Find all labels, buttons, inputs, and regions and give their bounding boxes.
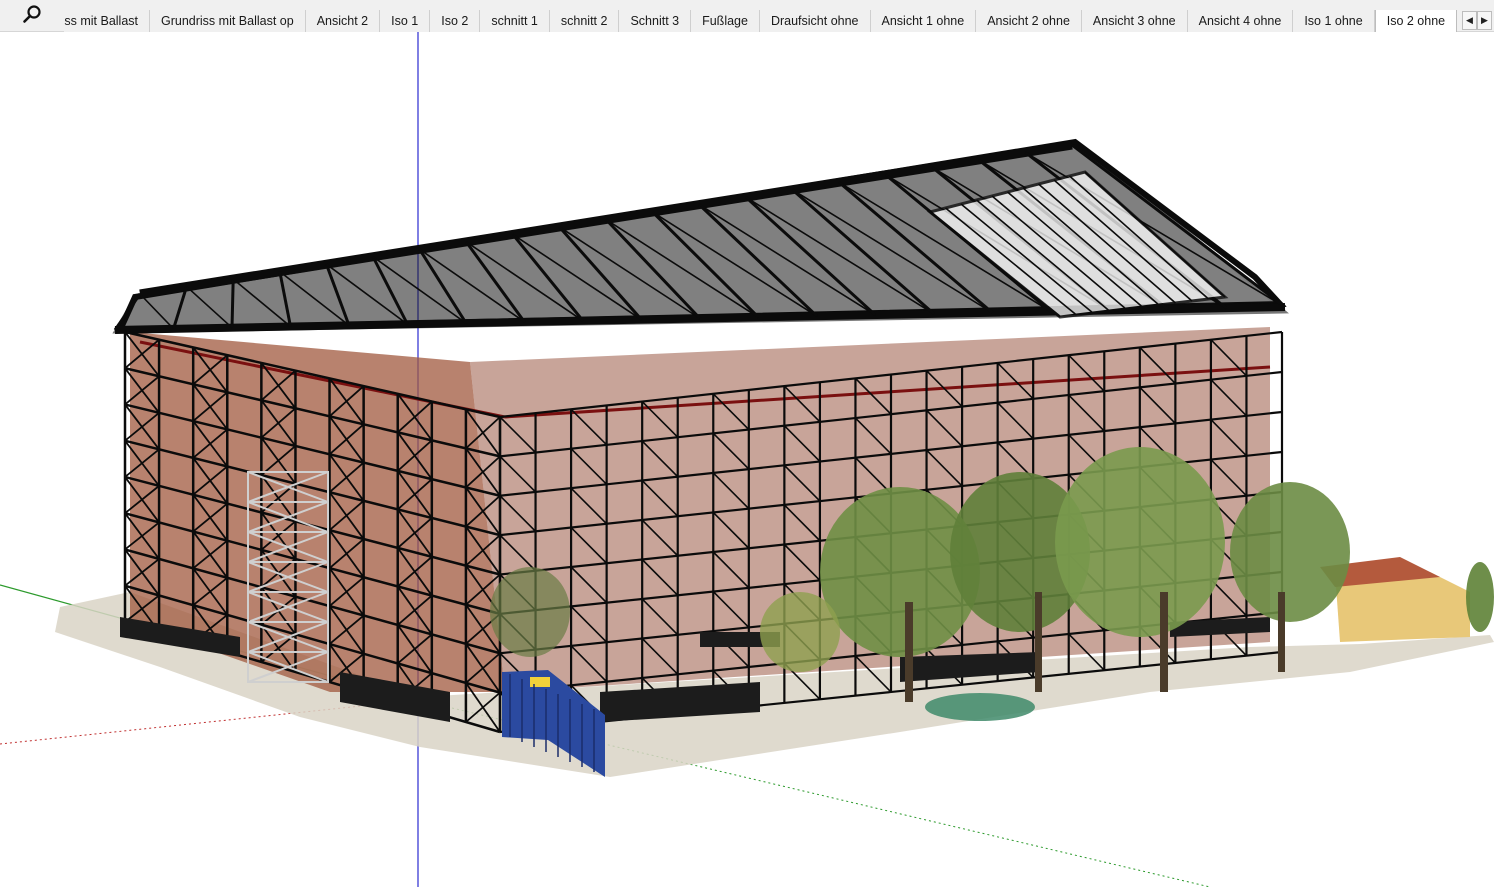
scene-tab[interactable]: schnitt 2	[549, 10, 620, 32]
scene-tab[interactable]: Grundriss mit Ballast	[64, 10, 150, 32]
scene-tab[interactable]: Draufsicht ohne	[759, 10, 871, 32]
scene-tab[interactable]: Iso 2	[430, 10, 481, 32]
scene-tab[interactable]: Ansicht 2	[305, 10, 381, 32]
triangle-right-icon[interactable]: ▶	[1477, 11, 1492, 30]
scene-tab-bar: Grundriss mit BallastGrundriss mit Balla…	[0, 0, 1494, 32]
scene-tab[interactable]: Ansicht 2 ohne	[976, 10, 1082, 32]
magnifier-icon	[22, 4, 42, 29]
scene-tab[interactable]: Iso 2 ohne	[1374, 10, 1458, 32]
model-viewport[interactable]	[0, 32, 1494, 887]
scene-tab[interactable]: schnitt 1	[480, 10, 550, 32]
scene-tab[interactable]: Fußlage	[691, 10, 760, 32]
green-tarp	[925, 693, 1035, 721]
scene-tab[interactable]: Ansicht 1 ohne	[870, 10, 977, 32]
scaffold-member	[230, 279, 235, 328]
scene-tabs: Grundriss mit BallastGrundriss mit Balla…	[64, 10, 1460, 32]
scene-tab[interactable]: Iso 1	[380, 10, 431, 32]
triangle-left-icon[interactable]: ◀	[1462, 11, 1477, 30]
scene-tab[interactable]: Ansicht 3 ohne	[1081, 10, 1188, 32]
scene-tab[interactable]: Ansicht 4 ohne	[1187, 10, 1294, 32]
tab-scroll-controls: ◀ ▶	[1462, 11, 1492, 31]
scene-tab[interactable]: Schnitt 3	[619, 10, 692, 32]
fence-sign	[530, 677, 550, 687]
scene-tab[interactable]: Iso 1 ohne	[1293, 10, 1375, 32]
search-scenes-button[interactable]	[18, 4, 46, 28]
scene-tab[interactable]: Grundriss mit Ballast op	[150, 10, 306, 32]
